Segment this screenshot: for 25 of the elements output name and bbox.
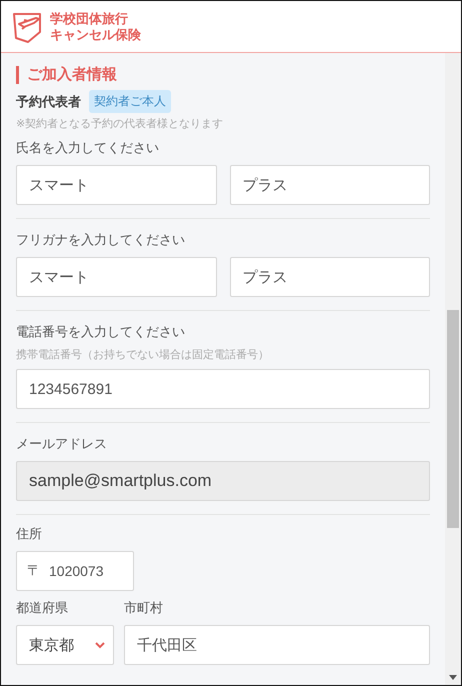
representative-label: 予約代表者	[16, 92, 81, 110]
section-title: ご加入者情報	[27, 65, 117, 84]
scrollbar-thumb[interactable]	[447, 310, 459, 528]
scroll-down-icon[interactable]	[449, 675, 457, 680]
logo-subtitle: キャンセル保険	[50, 26, 141, 42]
address-label: 住所	[16, 525, 43, 543]
representative-note: ※契約者となる予約の代表者様となります	[16, 117, 224, 131]
field-hint: 携帯電話番号（お持ちでない場合は固定電話番号）	[16, 348, 270, 362]
field-label: フリガナを入力してください	[16, 231, 186, 249]
field-label: 電話番号を入力してください	[16, 323, 186, 341]
city-label: 市町村	[124, 599, 164, 617]
postal-code-field[interactable]: 〒 1020073	[16, 551, 134, 591]
text-field[interactable]: プラス	[230, 257, 430, 297]
prefecture-select[interactable]: 東京都	[16, 625, 114, 665]
chevron-down-icon	[95, 642, 105, 648]
text-field[interactable]: スマート	[16, 165, 216, 205]
field-label: 氏名を入力してください	[16, 139, 160, 157]
representative-badge: 契約者ご本人	[89, 90, 171, 113]
text-field[interactable]: スマート	[16, 257, 216, 297]
city-field[interactable]: 千代田区	[124, 625, 430, 665]
prefecture-label: 都道府県	[16, 599, 69, 617]
text-field[interactable]: プラス	[230, 165, 430, 205]
text-field[interactable]: 1234567891	[16, 369, 430, 409]
field-label: メールアドレス	[16, 435, 108, 453]
logo-title: 学校団体旅行	[50, 10, 129, 26]
